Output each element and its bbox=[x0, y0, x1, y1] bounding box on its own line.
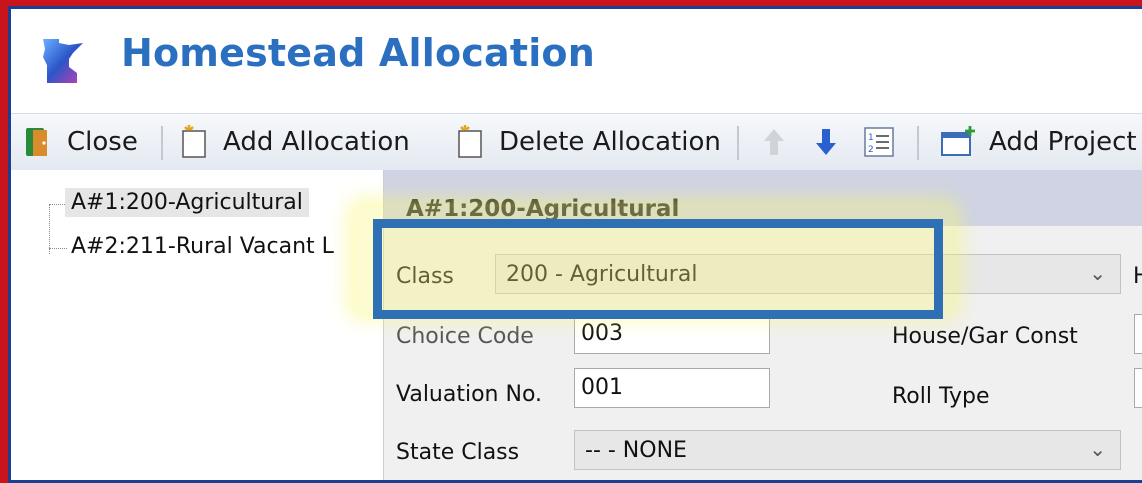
delete-allocation-label: Delete Allocation bbox=[499, 127, 721, 157]
add-project-button[interactable]: Add Project bbox=[939, 114, 1137, 170]
toolbar-separator bbox=[737, 126, 739, 160]
minnesota-state-icon bbox=[43, 39, 83, 83]
numbered-list-button[interactable]: 1 2 bbox=[863, 114, 895, 170]
door-icon bbox=[26, 128, 47, 156]
valuation-no-value: 001 bbox=[581, 375, 623, 400]
roll-type-field[interactable]: F bbox=[1134, 368, 1142, 408]
roll-type-label: Roll Type bbox=[892, 384, 990, 409]
add-allocation-button[interactable]: Add Allocation bbox=[175, 114, 410, 170]
chevron-down-icon: ⌄ bbox=[1089, 437, 1106, 461]
allocation-tree: A#1:200-Agricultural A#2:211-Rural Vacan… bbox=[11, 170, 384, 480]
state-class-label: State Class bbox=[396, 440, 520, 465]
add-allocation-label: Add Allocation bbox=[223, 127, 410, 157]
chevron-down-icon: ⌄ bbox=[1089, 261, 1106, 285]
new-document-icon bbox=[458, 125, 482, 158]
choice-code-label: Choice Code bbox=[396, 324, 534, 349]
choice-code-value: 003 bbox=[581, 321, 623, 346]
tree-item[interactable]: A#1:200-Agricultural bbox=[65, 188, 309, 217]
move-down-button[interactable] bbox=[811, 114, 841, 170]
arrow-down-icon bbox=[816, 129, 836, 155]
toolbar: Close Add Allocation Delete Allocation 1… bbox=[11, 113, 1142, 171]
move-up-button[interactable] bbox=[759, 114, 789, 170]
application-window: Homestead Allocation Close Add Allocatio… bbox=[8, 6, 1142, 483]
arrow-up-icon bbox=[764, 129, 784, 155]
house-gar-const-label: House/Gar Const bbox=[892, 324, 1078, 349]
delete-allocation-button[interactable]: Delete Allocation bbox=[451, 114, 721, 170]
toolbar-separator bbox=[917, 126, 919, 160]
highlight-box bbox=[373, 219, 943, 319]
tree-item[interactable]: A#2:211-Rural Vacant L bbox=[65, 232, 340, 261]
svg-text:1: 1 bbox=[868, 133, 874, 143]
close-label: Close bbox=[67, 127, 138, 157]
window-title: Homestead Allocation bbox=[121, 31, 595, 75]
state-class-dropdown[interactable]: -- - NONE ⌄ bbox=[574, 430, 1121, 470]
valuation-no-label: Valuation No. bbox=[396, 382, 543, 407]
close-button[interactable]: Close bbox=[23, 114, 138, 170]
add-project-label: Add Project bbox=[989, 127, 1137, 157]
cut-off-label: H bbox=[1133, 264, 1142, 289]
tree-connector bbox=[49, 204, 50, 254]
numbered-list-icon: 1 2 bbox=[864, 127, 894, 157]
svg-text:2: 2 bbox=[868, 145, 874, 155]
valuation-no-field[interactable]: 001 bbox=[574, 368, 770, 408]
new-document-icon bbox=[182, 125, 206, 158]
add-window-icon bbox=[941, 126, 975, 156]
state-class-value: -- - NONE bbox=[585, 438, 687, 463]
choice-code-field[interactable]: 003 bbox=[574, 314, 770, 354]
house-gar-const-field[interactable] bbox=[1134, 314, 1142, 354]
title-bar: Homestead Allocation bbox=[11, 9, 1142, 105]
toolbar-separator bbox=[161, 126, 163, 160]
